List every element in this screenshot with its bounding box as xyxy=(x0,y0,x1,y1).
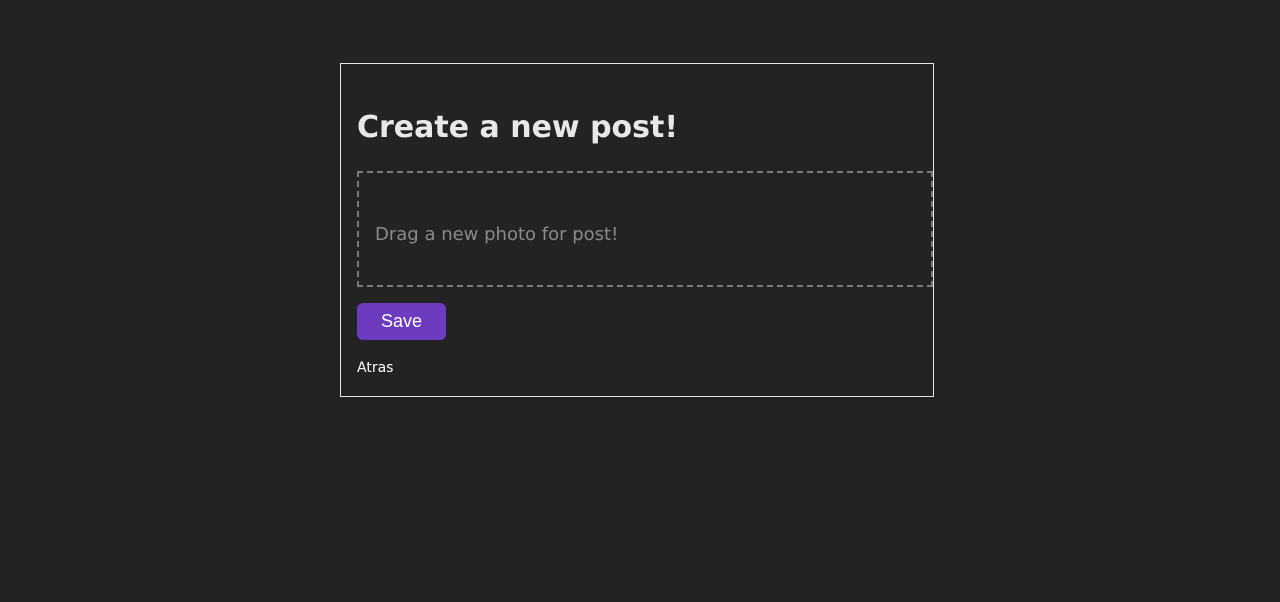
photo-dropzone[interactable]: Drag a new photo for post! xyxy=(357,171,933,287)
create-post-card: Create a new post! Drag a new photo for … xyxy=(340,63,934,397)
page-title: Create a new post! xyxy=(357,110,679,145)
dropzone-label: Drag a new photo for post! xyxy=(375,223,619,245)
back-link[interactable]: Atras xyxy=(357,360,393,376)
save-button[interactable]: Save xyxy=(357,303,446,340)
